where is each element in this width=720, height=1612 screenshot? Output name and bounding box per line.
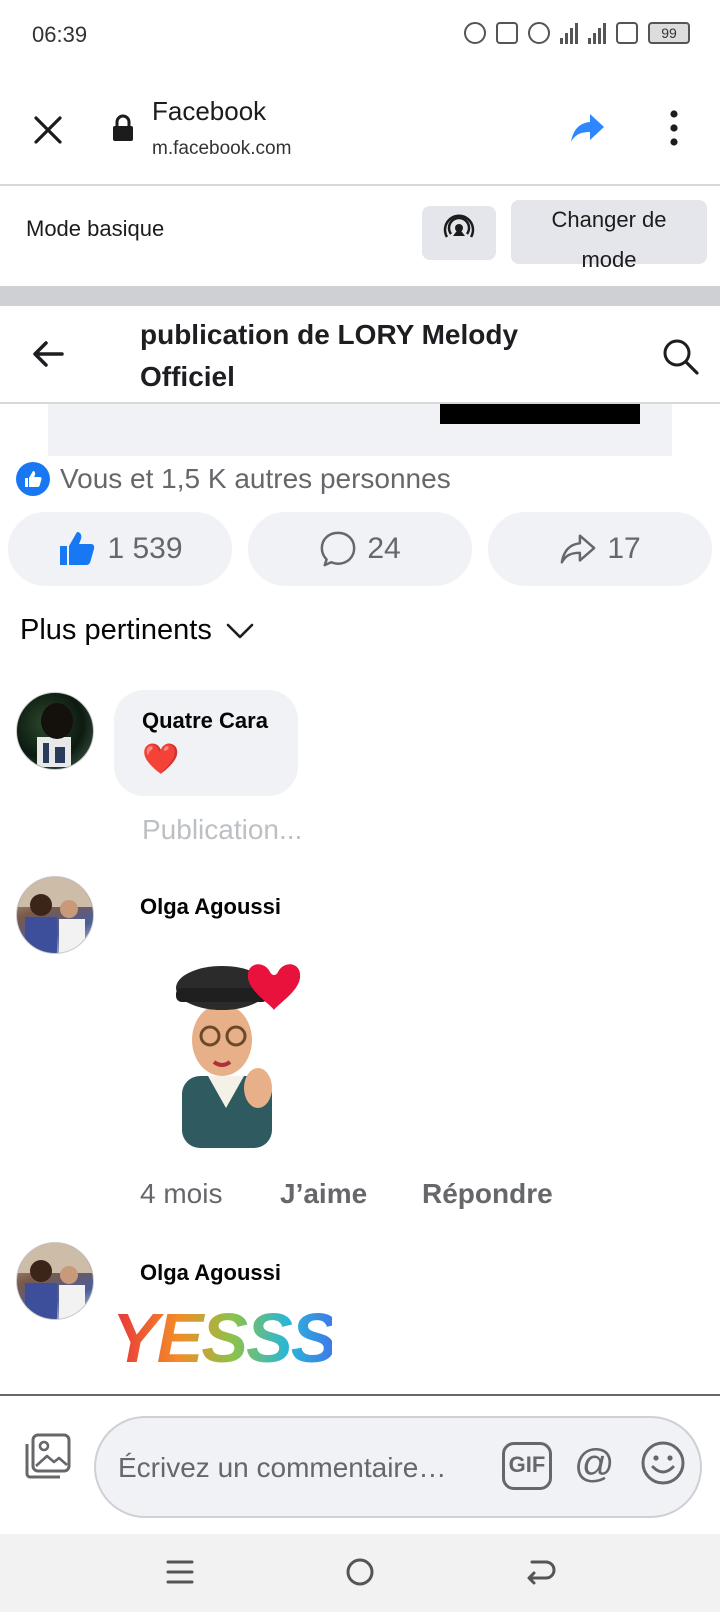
sort-label: Plus pertinents [20, 614, 212, 646]
more-options-icon[interactable] [664, 108, 684, 148]
like-count: 1 539 [107, 532, 183, 565]
mode-label: Mode basique [26, 216, 165, 241]
comment-button[interactable]: 24 [248, 512, 472, 586]
comment-count: 24 [367, 532, 401, 565]
system-nav-bar [0, 1534, 720, 1612]
reaction-summary[interactable]: Vous et 1,5 K autres personnes [16, 462, 451, 496]
comment-author[interactable]: Olga Agoussi [140, 894, 281, 920]
post-media-overlay [440, 404, 640, 424]
headphones-icon [528, 22, 550, 44]
chevron-down-icon [226, 623, 254, 638]
comment-status: Publication... [142, 814, 303, 845]
basic-mode-bar: Mode basique Changer de mode [0, 186, 720, 286]
recent-apps-icon[interactable] [160, 1552, 200, 1592]
reaction-summary-text: Vous et 1,5 K autres personnes [60, 463, 451, 494]
comment-input-placeholder: Écrivez un commentaire… [118, 1452, 447, 1483]
page-header: publication de LORY Melody Officiel [0, 306, 720, 404]
comment-bubble-icon [320, 531, 356, 567]
photo-icon[interactable] [24, 1432, 72, 1480]
back-icon[interactable] [520, 1552, 560, 1592]
back-arrow-icon[interactable] [30, 336, 66, 372]
page-title: publication de LORY Melody Officiel [140, 319, 519, 392]
broadcast-button[interactable] [422, 206, 496, 260]
broadcast-icon [443, 214, 475, 238]
comment-sort-dropdown[interactable]: Plus pertinents [20, 614, 254, 647]
gif-button[interactable]: GIF [502, 1442, 552, 1490]
share-button[interactable]: 17 [488, 512, 712, 586]
site-title: Facebook [152, 96, 267, 126]
battery-icon: 99 [648, 22, 690, 44]
avatar[interactable] [16, 1242, 94, 1320]
comment-input[interactable]: Écrivez un commentaire… GIF @ [94, 1416, 702, 1518]
comment-like-button[interactable]: J’aime [280, 1178, 367, 1210]
like-button[interactable]: 1 539 [8, 512, 232, 586]
divider [0, 286, 720, 306]
emoji-icon[interactable] [640, 1440, 686, 1486]
status-icons: 99 [464, 22, 690, 44]
status-time: 06:39 [32, 22, 88, 47]
share-arrow-icon[interactable] [568, 108, 608, 148]
close-icon[interactable] [30, 112, 66, 148]
comment-text: ❤️ [142, 743, 180, 776]
comment-composer: Écrivez un commentaire… GIF @ [0, 1394, 720, 1534]
comment-author[interactable]: Quatre Cara [142, 708, 268, 734]
change-mode-button[interactable]: Changer de mode [511, 200, 707, 272]
signal-icon [560, 22, 578, 44]
lab-icon [616, 22, 638, 44]
thumbs-up-icon [60, 532, 95, 565]
status-bar: 06:39 99 [0, 0, 720, 72]
share-count: 17 [607, 532, 641, 565]
mention-button[interactable]: @ [574, 1440, 615, 1488]
share-icon [560, 534, 596, 564]
lock-icon [113, 114, 133, 141]
site-url: m.facebook.com [152, 138, 292, 159]
comment-reply-button[interactable]: Répondre [422, 1178, 553, 1210]
home-icon[interactable] [340, 1552, 380, 1592]
avatar-sticker[interactable] [160, 958, 310, 1148]
like-badge-icon [16, 462, 50, 496]
avatar[interactable] [16, 876, 94, 954]
sticker-text: YESSS! [112, 1299, 332, 1377]
yess-sticker[interactable]: YESSS! [112, 1298, 332, 1394]
avatar[interactable] [16, 692, 94, 770]
comment-timestamp: 4 mois [140, 1178, 223, 1209]
browser-toolbar: Facebook m.facebook.com [0, 72, 720, 186]
vibrate-icon [496, 22, 518, 44]
signal-4g-icon [588, 22, 606, 44]
search-icon[interactable] [660, 336, 700, 376]
comment-author[interactable]: Olga Agoussi [140, 1260, 281, 1286]
messenger-status-icon [464, 22, 486, 44]
